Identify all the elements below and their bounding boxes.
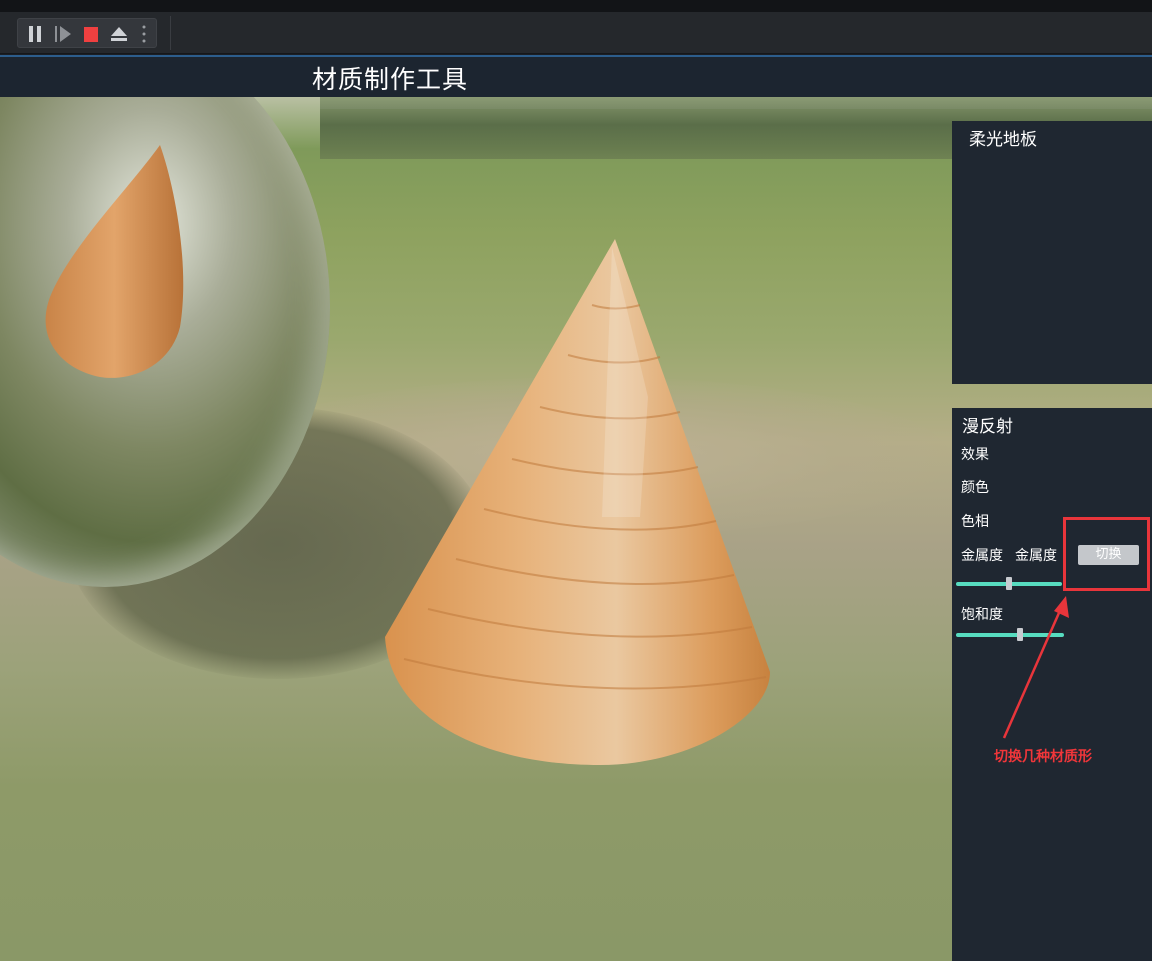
toolbar-divider [170, 16, 171, 50]
color-label: 颜色 [961, 480, 989, 496]
pause-icon [29, 26, 41, 42]
floor-panel: 柔光地板 [952, 121, 1152, 384]
effect-label: 效果 [961, 447, 989, 463]
eject-button[interactable] [105, 19, 133, 49]
material-panel-title: 漫反射 [962, 417, 1013, 437]
stop-icon [84, 27, 98, 42]
reflected-cone [45, 145, 184, 378]
metallic-slider[interactable] [956, 577, 1062, 590]
annotation-highlight-box [1063, 517, 1150, 591]
app-window: 材质制作工具 柔光地板 漫反射 效果 颜色 色相 金属度 金属度 切换 饱和度 … [0, 0, 1152, 961]
playback-controls [17, 18, 157, 48]
material-panel: 漫反射 效果 颜色 色相 金属度 金属度 切换 饱和度 [952, 408, 1152, 961]
eject-icon [111, 27, 127, 41]
metallic-label: 金属度 [961, 548, 1003, 564]
page-title: 材质制作工具 [312, 65, 469, 94]
stop-button[interactable] [77, 19, 105, 49]
pause-button[interactable] [21, 19, 49, 49]
top-strip [0, 0, 1152, 12]
metallic-value-label: 金属度 [1015, 548, 1057, 564]
saturation-slider-thumb[interactable] [1017, 628, 1023, 641]
annotation-text: 切换几种材质形 [994, 749, 1092, 765]
more-options-button[interactable] [133, 19, 155, 49]
vertical-dots-icon [142, 25, 146, 43]
floor-panel-title: 柔光地板 [969, 130, 1037, 150]
saturation-label: 饱和度 [961, 607, 1003, 623]
hue-label: 色相 [961, 514, 989, 530]
saturation-slider[interactable] [956, 628, 1064, 641]
step-icon [55, 26, 71, 42]
step-button[interactable] [49, 19, 77, 49]
scene-objects [45, 145, 770, 765]
playback-toolbar [0, 12, 1152, 54]
metallic-slider-thumb[interactable] [1006, 577, 1012, 590]
title-bar: 材质制作工具 [0, 57, 1152, 97]
